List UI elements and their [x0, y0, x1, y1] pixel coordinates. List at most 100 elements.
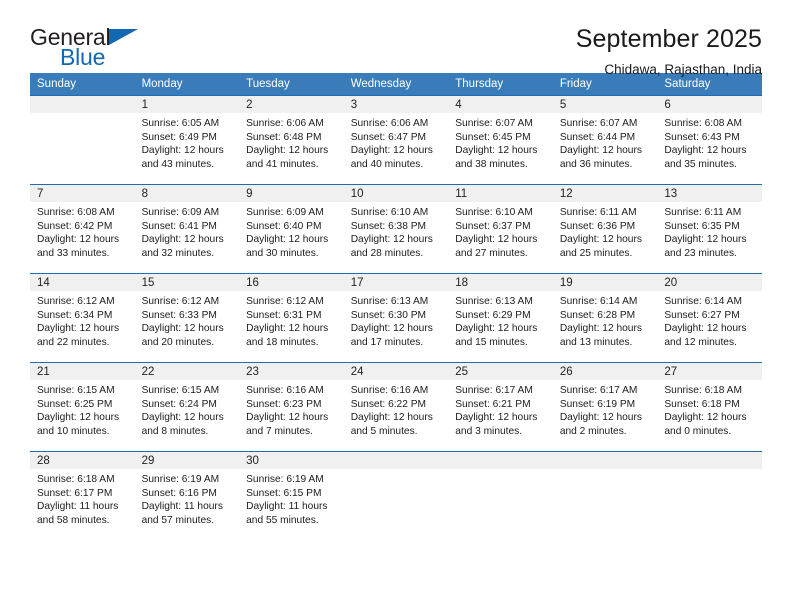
daylight-duration-line2: and 0 minutes. — [664, 425, 732, 437]
calendar-day-cell[interactable]: 17 Sunrise: 6:13 AM Sunset: 6:30 PM Dayligh… — [343, 273, 449, 363]
daylight-duration-line1: Daylight: 12 hours — [350, 145, 433, 157]
day-sun-details: Sunrise: 6:07 AM Sunset: 6:44 PM Daylight:… — [553, 113, 658, 171]
daylight-duration-line2: and 40 minutes. — [350, 158, 424, 170]
sunset-time: Sunset: 6:45 PM — [455, 131, 531, 143]
daylight-duration-line1: Daylight: 12 hours — [246, 412, 329, 424]
day-sun-details: Sunrise: 6:11 AM Sunset: 6:36 PM Daylight:… — [553, 202, 658, 260]
day-sun-details: Sunrise: 6:09 AM Sunset: 6:41 PM Daylight:… — [135, 202, 240, 260]
day-number: 30 — [239, 452, 344, 469]
sunset-time: Sunset: 6:24 PM — [141, 398, 217, 410]
daylight-duration-line2: and 17 minutes. — [350, 336, 424, 348]
calendar-day-cell[interactable]: 11 Sunrise: 6:10 AM Sunset: 6:37 PM Dayligh… — [448, 184, 553, 274]
calendar-day-cell[interactable]: 1 Sunrise: 6:05 AM Sunset: 6:49 PM Daylight… — [134, 95, 240, 185]
day-number: 7 — [30, 185, 135, 202]
day-cell-inner: 21 Sunrise: 6:15 AM Sunset: 6:25 PM Dayligh… — [30, 363, 135, 451]
day-sun-details: Sunrise: 6:15 AM Sunset: 6:24 PM Daylight:… — [135, 380, 240, 438]
daylight-duration-line1: Daylight: 12 hours — [455, 234, 538, 246]
daylight-duration-line2: and 28 minutes. — [350, 247, 424, 259]
calendar-day-cell[interactable]: 14 Sunrise: 6:12 AM Sunset: 6:34 PM Dayligh… — [30, 273, 135, 363]
calendar-day-cell[interactable]: 16 Sunrise: 6:12 AM Sunset: 6:31 PM Dayligh… — [239, 273, 344, 363]
day-cell-inner: 13 Sunrise: 6:11 AM Sunset: 6:35 PM Dayligh… — [657, 185, 762, 273]
calendar-day-cell[interactable]: 3 Sunrise: 6:06 AM Sunset: 6:47 PM Daylight… — [343, 95, 449, 185]
calendar-day-cell[interactable]: 29 Sunrise: 6:19 AM Sunset: 6:16 PM Dayligh… — [134, 451, 240, 540]
calendar-day-cell[interactable]: 26 Sunrise: 6:17 AM Sunset: 6:19 PM Dayligh… — [552, 362, 658, 452]
calendar-day-cell[interactable]: 15 Sunrise: 6:12 AM Sunset: 6:33 PM Dayligh… — [134, 273, 240, 363]
calendar-day-cell[interactable]: 8 Sunrise: 6:09 AM Sunset: 6:41 PM Daylight… — [134, 184, 240, 274]
daylight-duration-line2: and 8 minutes. — [141, 425, 209, 437]
daylight-duration-line2: and 38 minutes. — [455, 158, 528, 170]
sunrise-time: Sunrise: 6:12 AM — [246, 296, 324, 307]
sunrise-time: Sunrise: 6:13 AM — [455, 296, 533, 307]
calendar-day-cell[interactable]: 27 Sunrise: 6:18 AM Sunset: 6:18 PM Dayligh… — [657, 362, 762, 452]
day-number: 17 — [343, 274, 449, 291]
day-sun-details: Sunrise: 6:14 AM Sunset: 6:28 PM Daylight:… — [553, 291, 658, 349]
day-sun-details: Sunrise: 6:10 AM Sunset: 6:38 PM Daylight:… — [344, 202, 449, 260]
sunset-time: Sunset: 6:27 PM — [664, 309, 740, 321]
day-sun-details: Sunrise: 6:17 AM Sunset: 6:19 PM Daylight:… — [553, 380, 658, 438]
calendar-day-cell[interactable]: 19 Sunrise: 6:14 AM Sunset: 6:28 PM Dayligh… — [552, 273, 658, 363]
calendar-day-cell-empty — [448, 451, 553, 540]
daylight-duration-line1: Daylight: 12 hours — [664, 323, 747, 335]
daylight-duration-line1: Daylight: 11 hours — [141, 501, 223, 513]
calendar-day-cell[interactable]: 25 Sunrise: 6:17 AM Sunset: 6:21 PM Dayligh… — [448, 362, 553, 452]
daylight-duration-line2: and 10 minutes. — [37, 425, 110, 437]
day-number: 25 — [448, 363, 553, 380]
sunrise-time: Sunrise: 6:13 AM — [350, 296, 429, 307]
sunset-time: Sunset: 6:42 PM — [37, 220, 113, 232]
daylight-duration-line2: and 12 minutes. — [664, 336, 737, 348]
daylight-duration-line2: and 22 minutes. — [37, 336, 110, 348]
sunset-time: Sunset: 6:49 PM — [141, 131, 217, 143]
day-cell-inner: 18 Sunrise: 6:13 AM Sunset: 6:29 PM Dayligh… — [448, 274, 553, 362]
calendar-day-cell-empty — [30, 95, 135, 185]
day-sun-details: Sunrise: 6:12 AM Sunset: 6:34 PM Daylight:… — [30, 291, 135, 349]
title-block: September 2025 Chidawa, Rajasthan, India — [576, 25, 762, 77]
general-blue-logo[interactable]: General Blue — [30, 26, 146, 74]
calendar-day-cell[interactable]: 23 Sunrise: 6:16 AM Sunset: 6:23 PM Dayligh… — [239, 362, 344, 452]
calendar-day-cell[interactable]: 21 Sunrise: 6:15 AM Sunset: 6:25 PM Dayligh… — [30, 362, 135, 452]
day-sun-details: Sunrise: 6:12 AM Sunset: 6:31 PM Daylight:… — [239, 291, 344, 349]
daylight-duration-line1: Daylight: 12 hours — [559, 234, 642, 246]
sunset-time: Sunset: 6:30 PM — [350, 309, 427, 321]
calendar-day-cell[interactable]: 12 Sunrise: 6:11 AM Sunset: 6:36 PM Dayligh… — [552, 184, 658, 274]
day-number: 15 — [134, 274, 240, 291]
calendar-day-cell[interactable]: 9 Sunrise: 6:09 AM Sunset: 6:40 PM Daylight… — [239, 184, 344, 274]
calendar-day-cell[interactable]: 30 Sunrise: 6:19 AM Sunset: 6:15 PM Dayligh… — [239, 451, 344, 540]
daylight-duration-line2: and 20 minutes. — [141, 336, 215, 348]
weekday-header-monday: Monday — [134, 73, 240, 96]
day-number: 11 — [448, 185, 553, 202]
daylight-duration-line2: and 15 minutes. — [455, 336, 528, 348]
calendar-day-cell[interactable]: 6 Sunrise: 6:08 AM Sunset: 6:43 PM Daylight… — [657, 95, 762, 185]
calendar-day-cell[interactable]: 5 Sunrise: 6:07 AM Sunset: 6:44 PM Daylight… — [552, 95, 658, 185]
day-number: 13 — [657, 185, 762, 202]
day-sun-details: Sunrise: 6:07 AM Sunset: 6:45 PM Daylight:… — [448, 113, 553, 171]
day-number: 27 — [657, 363, 762, 380]
sunset-time: Sunset: 6:31 PM — [246, 309, 322, 321]
calendar-day-cell[interactable]: 24 Sunrise: 6:16 AM Sunset: 6:22 PM Dayligh… — [343, 362, 449, 452]
day-sun-details: Sunrise: 6:09 AM Sunset: 6:40 PM Daylight:… — [239, 202, 344, 260]
sunrise-time: Sunrise: 6:17 AM — [559, 385, 638, 396]
daylight-duration-line2: and 5 minutes. — [350, 425, 418, 437]
day-cell-inner: 2 Sunrise: 6:06 AM Sunset: 6:48 PM Daylight… — [239, 96, 344, 184]
calendar-day-cell[interactable]: 22 Sunrise: 6:15 AM Sunset: 6:24 PM Dayligh… — [134, 362, 240, 452]
calendar-week-row: 28 Sunrise: 6:18 AM Sunset: 6:17 PM Dayligh… — [30, 451, 762, 540]
daylight-duration-line1: Daylight: 12 hours — [455, 323, 538, 335]
sunrise-time: Sunrise: 6:18 AM — [37, 474, 115, 485]
day-cell-inner — [448, 452, 553, 540]
daylight-duration-line1: Daylight: 12 hours — [664, 145, 747, 157]
calendar-day-cell[interactable]: 18 Sunrise: 6:13 AM Sunset: 6:29 PM Dayligh… — [448, 273, 553, 363]
page-header: General Blue September 2025 Chidawa, Raj… — [30, 0, 762, 76]
daylight-duration-line1: Daylight: 11 hours — [246, 501, 328, 513]
calendar-day-cell[interactable]: 7 Sunrise: 6:08 AM Sunset: 6:42 PM Daylight… — [30, 184, 135, 274]
calendar-day-cell[interactable]: 28 Sunrise: 6:18 AM Sunset: 6:17 PM Dayligh… — [30, 451, 135, 540]
day-sun-details: Sunrise: 6:10 AM Sunset: 6:37 PM Daylight:… — [448, 202, 553, 260]
calendar-day-cell[interactable]: 13 Sunrise: 6:11 AM Sunset: 6:35 PM Dayligh… — [657, 184, 762, 274]
sunrise-time: Sunrise: 6:08 AM — [664, 118, 742, 129]
calendar-day-cell[interactable]: 2 Sunrise: 6:06 AM Sunset: 6:48 PM Daylight… — [239, 95, 344, 185]
day-cell-inner: 22 Sunrise: 6:15 AM Sunset: 6:24 PM Dayligh… — [134, 363, 240, 451]
sunrise-time: Sunrise: 6:19 AM — [246, 474, 324, 485]
day-number: 1 — [134, 96, 240, 113]
daylight-duration-line1: Daylight: 12 hours — [350, 412, 433, 424]
calendar-day-cell[interactable]: 10 Sunrise: 6:10 AM Sunset: 6:38 PM Dayligh… — [343, 184, 449, 274]
calendar-day-cell[interactable]: 20 Sunrise: 6:14 AM Sunset: 6:27 PM Dayligh… — [657, 273, 762, 363]
calendar-day-cell[interactable]: 4 Sunrise: 6:07 AM Sunset: 6:45 PM Daylight… — [448, 95, 553, 185]
